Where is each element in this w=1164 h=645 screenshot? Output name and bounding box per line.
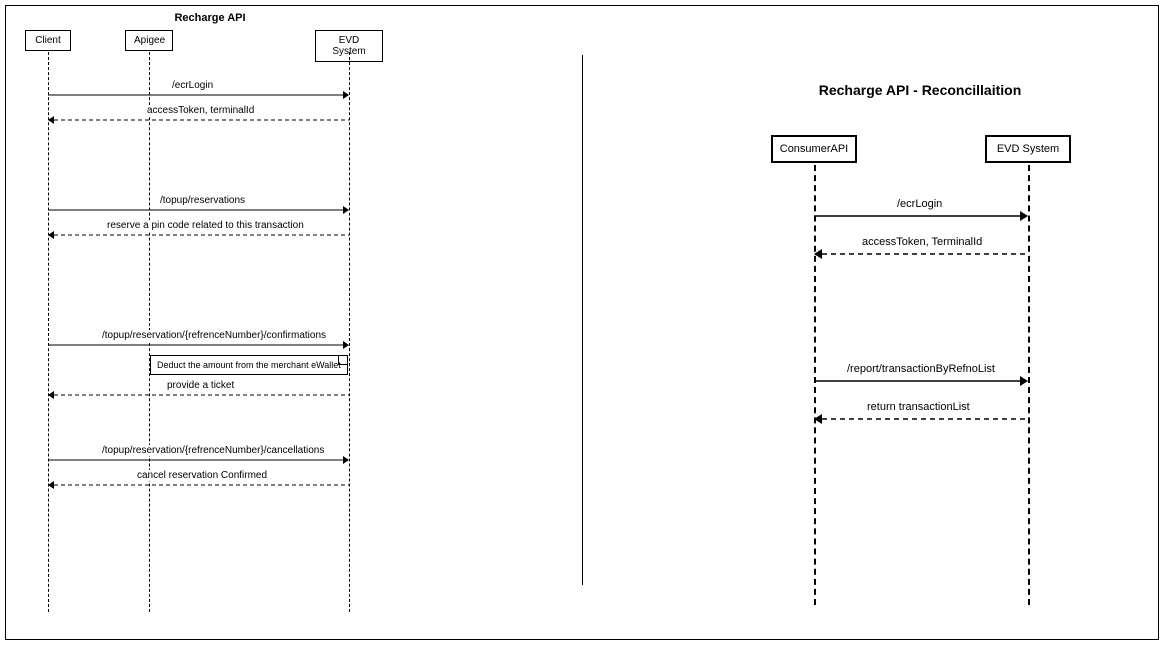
msg-label: cancel reservation Confirmed xyxy=(135,470,269,481)
msg-label: /topup/reservation/{refrenceNumber}/canc… xyxy=(100,445,326,456)
participant-evd-right: EVD System xyxy=(985,135,1071,163)
participant-consumerapi: ConsumerAPI xyxy=(771,135,857,163)
arrow xyxy=(48,115,349,125)
participant-client: Client xyxy=(25,30,71,51)
note-box: Deduct the amount from the merchant eWal… xyxy=(150,355,348,375)
arrow xyxy=(814,375,1028,387)
arrow xyxy=(814,210,1028,222)
left-title: Recharge API xyxy=(150,12,270,24)
arrow xyxy=(48,390,349,400)
msg-label: /report/transactionByRefnoList xyxy=(845,363,997,375)
center-divider xyxy=(582,55,583,585)
msg-label: /ecrLogin xyxy=(895,198,944,210)
arrow xyxy=(48,90,349,100)
msg-label: provide a ticket xyxy=(165,380,236,391)
page: Recharge API Client Apigee EVD System /e… xyxy=(0,0,1164,645)
msg-label: accessToken, TerminalId xyxy=(860,236,984,248)
msg-label: /ecrLogin xyxy=(170,80,215,91)
lifeline xyxy=(349,52,350,612)
arrow xyxy=(814,413,1028,425)
msg-label: return transactionList xyxy=(865,401,972,413)
right-title: Recharge API - Reconcillaition xyxy=(790,82,1050,98)
arrow xyxy=(814,248,1028,260)
arrow xyxy=(48,340,349,350)
arrow xyxy=(48,230,349,240)
msg-label: /topup/reservations xyxy=(158,195,247,206)
arrow xyxy=(48,455,349,465)
participant-apigee: Apigee xyxy=(125,30,173,51)
msg-label: accessToken, terminalId xyxy=(145,105,256,116)
arrow xyxy=(48,205,349,215)
lifeline xyxy=(1028,165,1030,605)
lifeline xyxy=(48,52,49,612)
msg-label: reserve a pin code related to this trans… xyxy=(105,220,306,231)
msg-label: /topup/reservation/{refrenceNumber}/conf… xyxy=(100,330,328,341)
arrow xyxy=(48,480,349,490)
